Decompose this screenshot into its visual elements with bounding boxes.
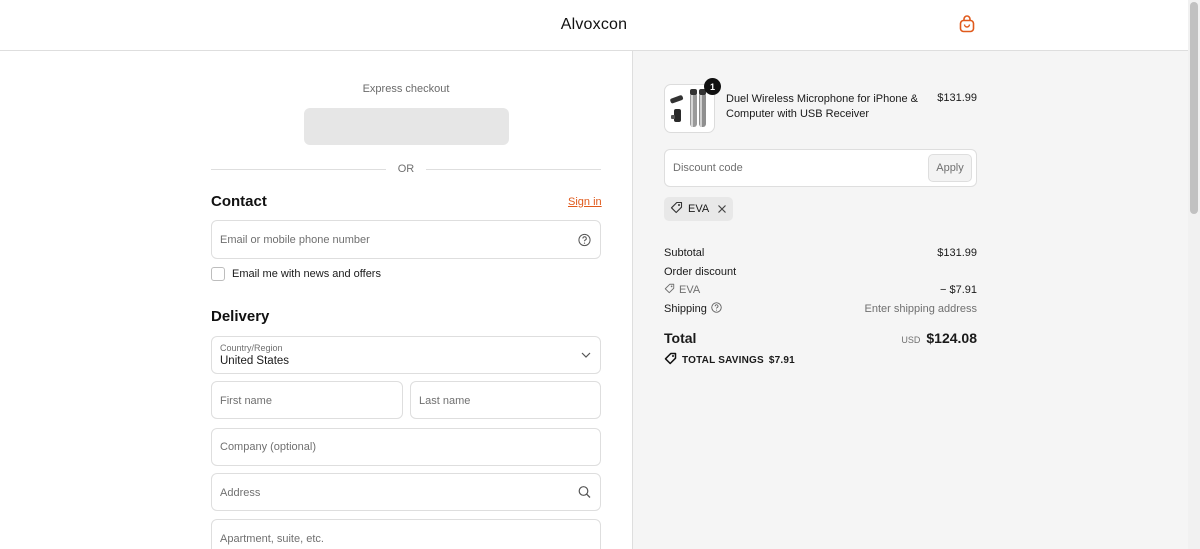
country-value: United States — [220, 355, 290, 367]
total-savings: TOTAL SAVINGS $7.91 — [664, 352, 795, 368]
contact-heading: Contact — [211, 193, 267, 210]
company-field[interactable]: Company (optional) — [211, 428, 601, 466]
tag-icon — [664, 352, 677, 368]
or-divider: OR — [211, 162, 601, 176]
savings-label: TOTAL SAVINGS — [682, 354, 764, 366]
first-name-placeholder: First name — [220, 395, 272, 407]
discount-detail-row: EVA − $7.91 — [664, 283, 977, 297]
cart-button[interactable] — [956, 14, 978, 38]
savings-value: $7.91 — [768, 354, 795, 366]
discount-code-placeholder: Discount code — [673, 162, 743, 174]
newsletter-label: Email me with news and offers — [232, 268, 381, 280]
tag-icon — [664, 283, 675, 297]
subtotal-label: Subtotal — [664, 247, 705, 259]
shipping-row: Shipping Enter shipping address — [664, 302, 977, 316]
discount-value: − $7.91 — [939, 284, 977, 296]
delivery-heading: Delivery — [211, 308, 270, 325]
remove-discount-close-icon[interactable] — [717, 204, 727, 214]
shipping-label-group: Shipping — [664, 302, 722, 316]
product-price: $131.99 — [937, 92, 977, 104]
total-currency: USD — [901, 335, 921, 345]
quantity-badge: 1 — [704, 78, 721, 95]
country-label: Country/Region — [220, 343, 283, 353]
store-brand[interactable]: Alvoxcon — [0, 16, 1188, 34]
subtotal-value: $131.99 — [937, 247, 977, 259]
discount-code-summary: EVA — [679, 284, 701, 296]
first-name-field[interactable]: First name — [211, 381, 403, 419]
order-discount-row: Order discount — [664, 266, 977, 278]
email-placeholder: Email or mobile phone number — [220, 234, 370, 246]
order-summary-column: 1 Duel Wireless Microphone for iPhone & … — [633, 51, 1188, 549]
newsletter-checkbox-row[interactable]: Email me with news and offers — [211, 267, 381, 281]
divider-line — [211, 168, 386, 170]
apartment-placeholder: Apartment, suite, etc. — [220, 533, 324, 545]
last-name-field[interactable]: Last name — [410, 381, 601, 419]
newsletter-checkbox[interactable] — [211, 267, 225, 281]
discount-code-line: EVA — [664, 283, 700, 297]
help-circle-icon[interactable] — [711, 302, 722, 316]
last-name-placeholder: Last name — [419, 395, 471, 407]
total-amount: $124.08 — [926, 330, 977, 346]
tag-icon — [670, 201, 683, 217]
subtotal-row: Subtotal $131.99 — [664, 247, 977, 259]
discount-code-field[interactable]: Discount code Apply — [664, 149, 977, 187]
total-amount-group: USD $124.08 — [901, 330, 977, 346]
address-field[interactable]: Address — [211, 473, 601, 511]
express-checkout-label: Express checkout — [362, 83, 450, 95]
total-row: Total USD $124.08 — [664, 330, 977, 346]
divider-line — [426, 168, 601, 170]
sign-in-link[interactable]: Sign in — [568, 196, 602, 208]
or-text: OR — [397, 163, 415, 175]
shipping-value: Enter shipping address — [864, 303, 977, 315]
express-checkout-button[interactable] — [304, 108, 509, 145]
product-name: Duel Wireless Microphone for iPhone & Co… — [726, 93, 918, 120]
shopping-bag-icon — [959, 14, 975, 38]
shipping-label: Shipping — [664, 303, 707, 315]
country-select[interactable]: Country/Region United States — [211, 336, 601, 374]
help-circle-icon[interactable] — [578, 233, 591, 246]
address-placeholder: Address — [220, 487, 261, 499]
email-field[interactable]: Email or mobile phone number — [211, 220, 601, 259]
page-scrollbar[interactable] — [1188, 0, 1200, 549]
checkout-header: Alvoxcon — [0, 0, 1188, 51]
applied-discount-chip: EVA — [664, 197, 734, 221]
total-label: Total — [664, 330, 697, 346]
order-discount-label: Order discount — [664, 266, 737, 278]
checkout-form-column: Express checkout OR Contact Sign in Emai… — [0, 51, 633, 549]
apply-discount-button[interactable]: Apply — [928, 154, 972, 182]
search-icon — [578, 486, 591, 499]
apartment-field[interactable]: Apartment, suite, etc. — [211, 519, 601, 549]
applied-discount-code: EVA — [688, 203, 710, 215]
product-thumbnail: 1 — [664, 78, 721, 133]
company-placeholder: Company (optional) — [220, 441, 316, 453]
chevron-down-icon — [581, 352, 591, 358]
scrollbar-thumb[interactable] — [1190, 2, 1198, 214]
